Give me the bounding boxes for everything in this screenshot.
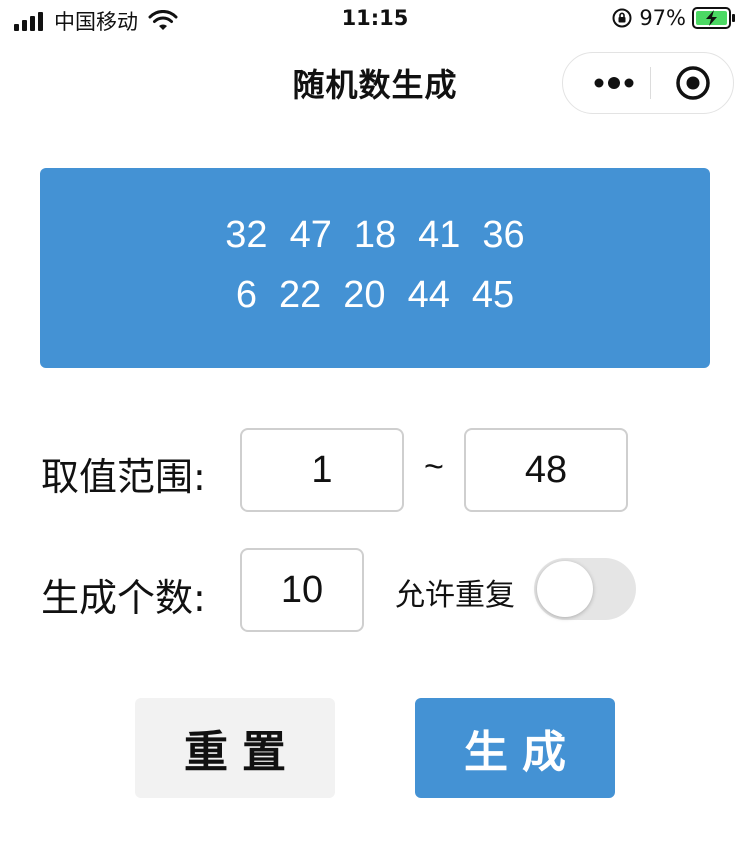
range-separator: ~ bbox=[424, 448, 444, 486]
result-panel: 32 47 18 41 36 6 22 20 44 45 bbox=[40, 168, 710, 368]
battery-percent: 97% bbox=[639, 6, 686, 30]
range-max-input[interactable]: 48 bbox=[464, 428, 628, 512]
status-right: 97% bbox=[611, 6, 736, 30]
allow-repeat-label: 允许重复 bbox=[395, 578, 515, 613]
capsule-divider bbox=[650, 67, 651, 99]
result-number: 41 bbox=[418, 214, 461, 256]
result-number: 18 bbox=[353, 214, 397, 256]
range-label: 取值范围: bbox=[41, 455, 206, 499]
miniprogram-capsule bbox=[562, 52, 734, 114]
result-line-2: 6 22 20 44 45 bbox=[40, 274, 710, 317]
switch-knob bbox=[537, 561, 593, 617]
range-min-input[interactable]: 1 bbox=[240, 428, 404, 512]
app-screen: 中国移动 11:15 97% 随机数生成 32 47 18 41 36 6 22… bbox=[0, 0, 750, 866]
status-bar: 中国移动 11:15 97% bbox=[0, 0, 750, 40]
result-number: 6 bbox=[235, 274, 257, 316]
wifi-icon bbox=[148, 10, 178, 30]
close-miniprogram-button[interactable] bbox=[663, 53, 723, 113]
result-number: 32 bbox=[225, 214, 268, 256]
result-number: 20 bbox=[343, 274, 386, 316]
result-number: 22 bbox=[279, 274, 322, 316]
allow-repeat-switch[interactable] bbox=[534, 558, 636, 620]
generate-button[interactable]: 生成 bbox=[415, 698, 615, 798]
reset-button[interactable]: 重置 bbox=[135, 698, 335, 798]
cellular-signal-icon bbox=[14, 11, 46, 31]
more-dots-icon bbox=[594, 77, 634, 89]
orientation-lock-icon bbox=[612, 8, 632, 28]
battery-charging-icon bbox=[692, 7, 735, 29]
count-label: 生成个数: bbox=[41, 576, 206, 620]
result-number: 44 bbox=[407, 274, 450, 316]
carrier-name: 中国移动 bbox=[54, 10, 138, 34]
result-number: 36 bbox=[482, 214, 525, 256]
result-number: 45 bbox=[471, 274, 515, 316]
count-input[interactable]: 10 bbox=[240, 548, 364, 632]
target-close-icon bbox=[676, 66, 710, 100]
result-number: 47 bbox=[289, 214, 332, 256]
result-line-1: 32 47 18 41 36 bbox=[40, 214, 710, 257]
more-menu-button[interactable] bbox=[579, 53, 649, 113]
status-left: 中国移动 bbox=[14, 6, 178, 36]
